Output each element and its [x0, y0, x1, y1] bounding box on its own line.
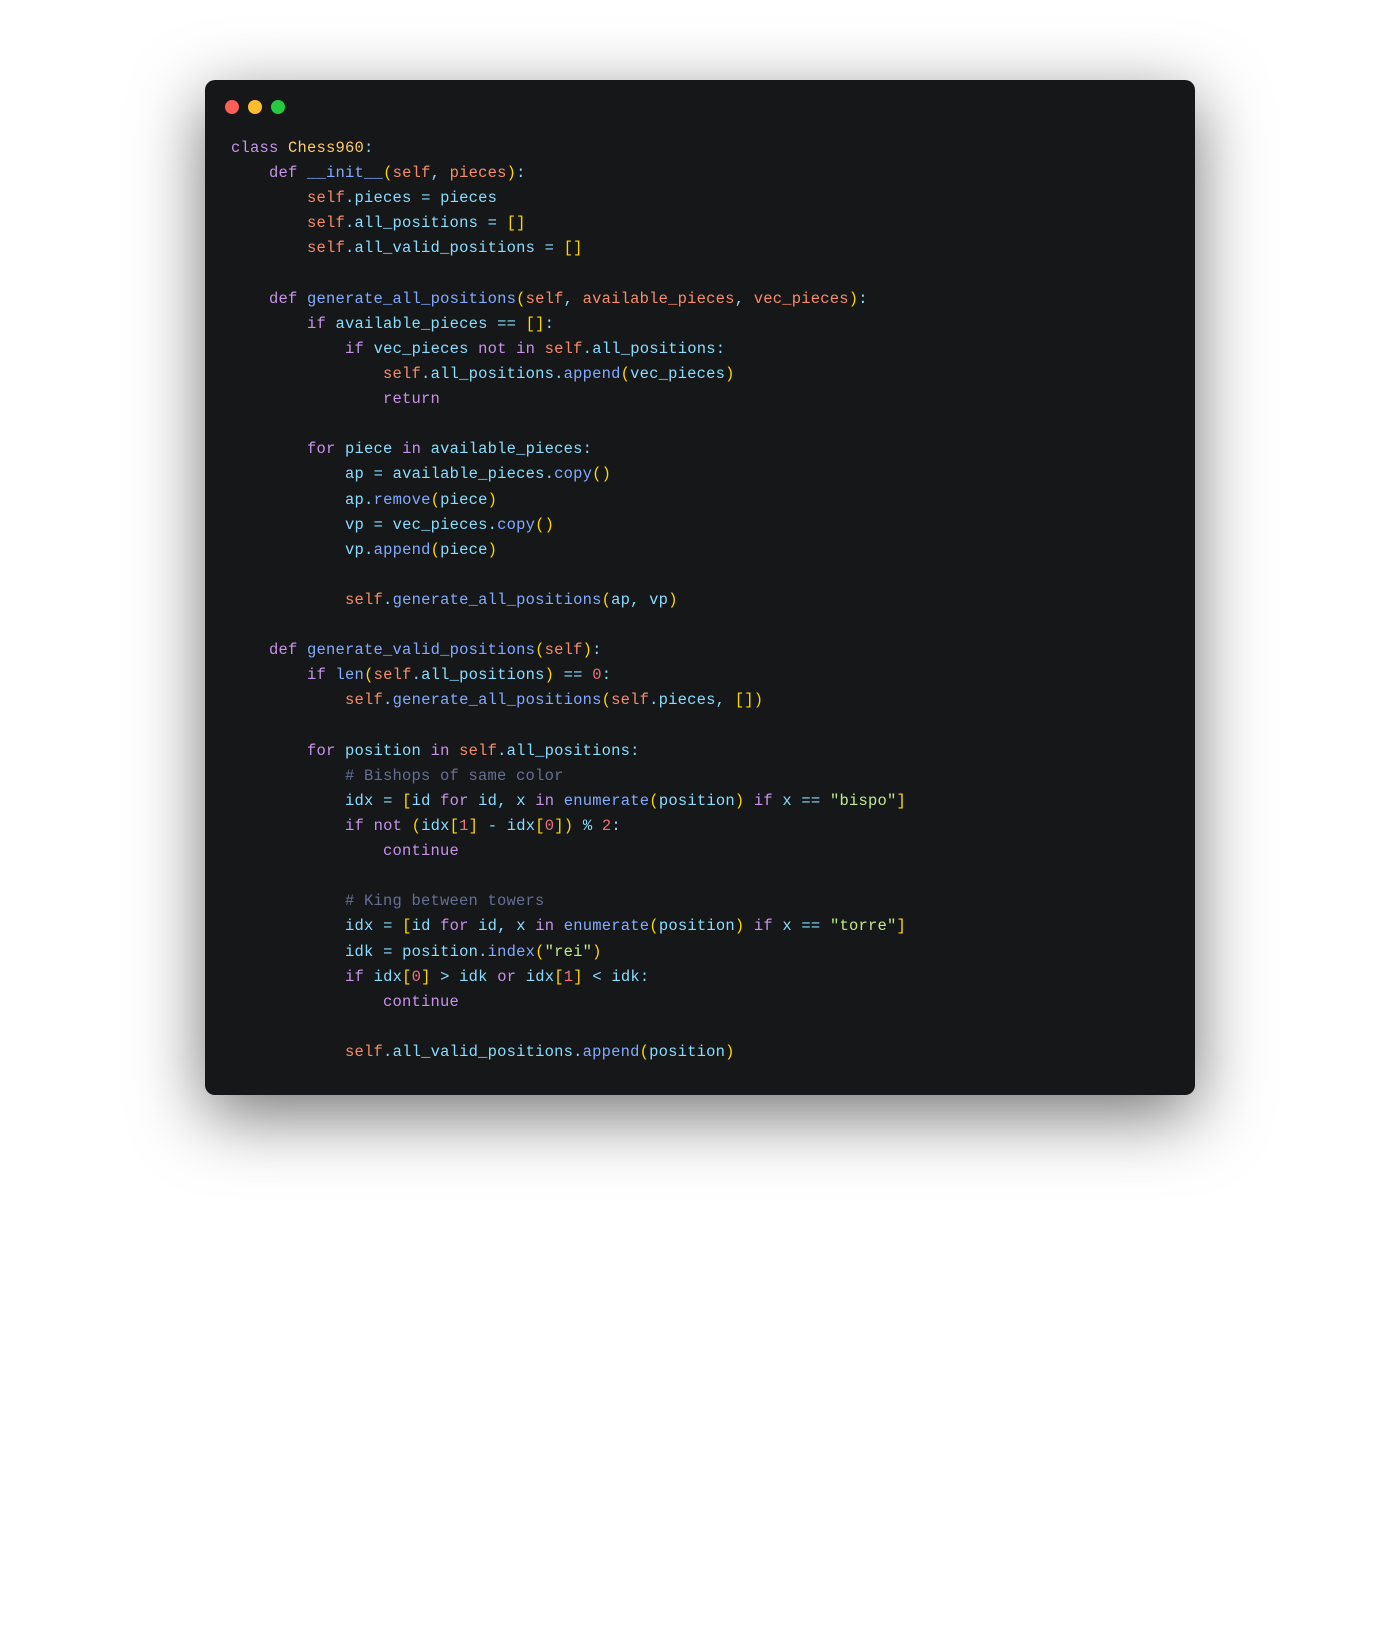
method-gen-all: generate_all_positions — [307, 290, 516, 308]
call-index: index — [488, 943, 536, 961]
attr-pieces: pieces — [355, 189, 412, 207]
minimize-icon[interactable] — [248, 100, 262, 114]
local-piece: piece — [345, 440, 393, 458]
keyword-continue: continue — [383, 842, 459, 860]
literal-zero: 0 — [592, 666, 602, 684]
call-enumerate: enumerate — [564, 792, 650, 810]
local-vp: vp — [345, 516, 364, 534]
close-icon[interactable] — [225, 100, 239, 114]
keyword-for: for — [307, 440, 336, 458]
call-len: len — [336, 666, 365, 684]
local-idk: idk — [345, 943, 374, 961]
param-self: self — [393, 164, 431, 182]
class-name: Chess960 — [288, 139, 364, 157]
literal-rei: "rei" — [545, 943, 593, 961]
call-append: append — [564, 365, 621, 383]
maximize-icon[interactable] — [271, 100, 285, 114]
param-vec-pieces: vec_pieces — [754, 290, 849, 308]
local-ap: ap — [345, 465, 364, 483]
param-available-pieces: available_pieces — [583, 290, 735, 308]
keyword-return: return — [383, 390, 440, 408]
comment-king: # King between towers — [345, 892, 545, 910]
titlebar — [205, 80, 1195, 114]
attr-all-positions: all_positions — [355, 214, 479, 232]
literal-torre: "torre" — [830, 917, 897, 935]
call-copy: copy — [554, 465, 592, 483]
method-init: __init__ — [307, 164, 383, 182]
call-remove: remove — [374, 491, 431, 509]
keyword-def: def — [269, 164, 298, 182]
code-block: class Chess960: def __init__(self, piece… — [205, 114, 1195, 1095]
local-idx: idx — [345, 792, 374, 810]
literal-two: 2 — [602, 817, 612, 835]
keyword-class: class — [231, 139, 279, 157]
attr-all-valid-positions: all_valid_positions — [355, 239, 536, 257]
keyword-or: or — [497, 968, 516, 986]
local-position: position — [345, 742, 421, 760]
comment-bishops: # Bishops of same color — [345, 767, 564, 785]
param-pieces: pieces — [450, 164, 507, 182]
method-gen-valid: generate_valid_positions — [307, 641, 535, 659]
literal-bispo: "bispo" — [830, 792, 897, 810]
code-window: class Chess960: def __init__(self, piece… — [205, 80, 1195, 1095]
